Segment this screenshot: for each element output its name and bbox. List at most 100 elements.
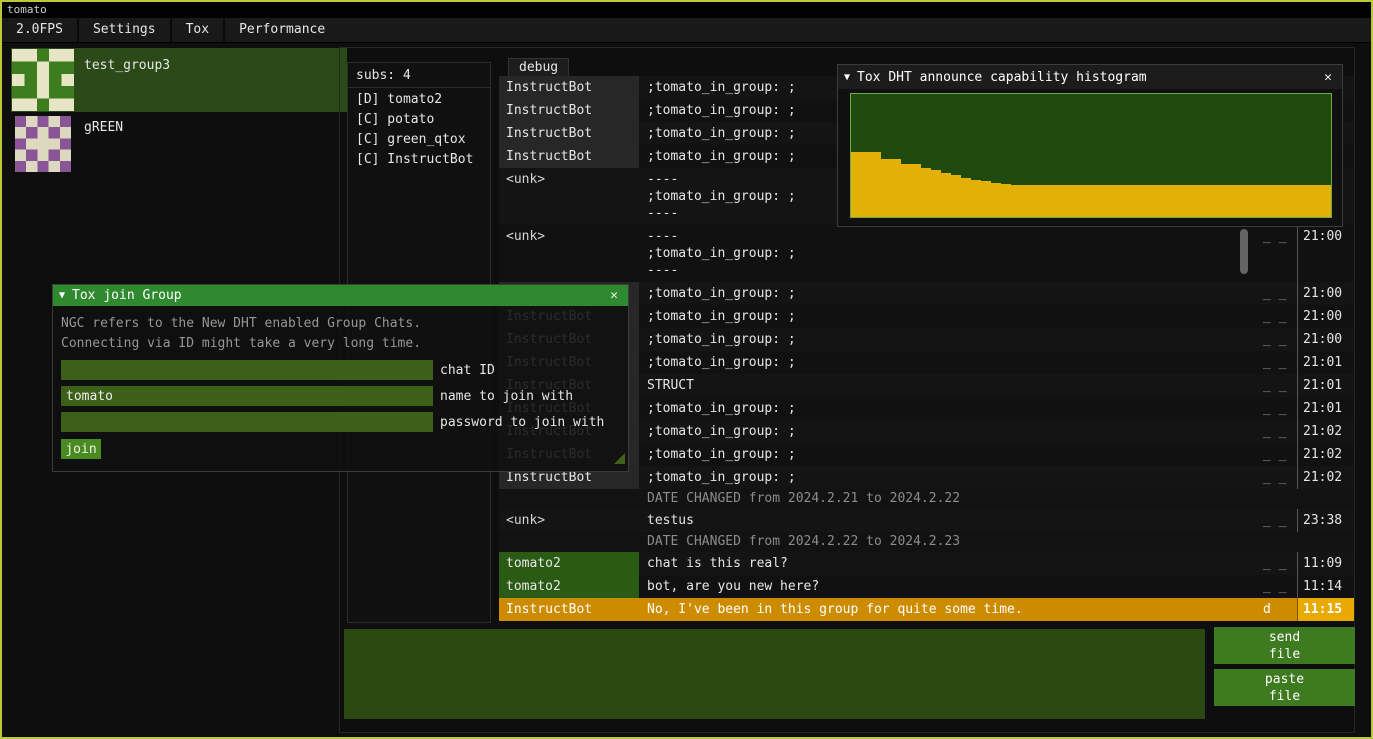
histogram-bar [1181, 185, 1191, 217]
histogram-bar [1031, 185, 1041, 217]
histogram-bar [1071, 185, 1081, 217]
join-button[interactable]: join [61, 439, 101, 459]
dht-histogram-titlebar: ▼ Tox DHT announce capability histogram … [838, 65, 1342, 89]
chat-message-row[interactable]: <unk>----;tomato_in_group: ;----_ _21:00 [499, 225, 1354, 282]
message-text: bot, are you new here? [639, 575, 1257, 598]
histogram-plot [850, 93, 1332, 218]
group-item-test_group3[interactable]: test_group3 [11, 48, 347, 112]
message-input[interactable] [344, 629, 1205, 719]
histogram-bar [901, 164, 911, 217]
message-text: ;tomato_in_group: ; [639, 466, 1257, 489]
message-timestamp: 21:02 [1297, 466, 1354, 489]
message-text: testus [639, 509, 1257, 532]
histogram-bar [1231, 185, 1241, 217]
message-text: ;tomato_in_group: ; [639, 443, 1257, 466]
group-item-green[interactable]: gREEN [11, 114, 347, 174]
message-text: ;tomato_in_group: ; [639, 282, 1257, 305]
chat-scrollbar[interactable] [1240, 229, 1248, 274]
histogram-bar [1201, 185, 1211, 217]
histogram-bar [1251, 185, 1261, 217]
histogram-bar [1061, 185, 1071, 217]
join-group-titlebar: ▼ Tox join Group ✕ [53, 285, 628, 306]
message-author: tomato2 [499, 552, 639, 575]
chat-message-row[interactable]: InstructBotNo, I've been in this group f… [499, 598, 1354, 621]
histogram-bar [861, 152, 871, 217]
message-flags: _ _ [1257, 351, 1297, 374]
message-timestamp: 21:00 [1297, 305, 1354, 328]
histogram-bar [871, 152, 881, 217]
message-text: ;tomato_in_group: ; [639, 305, 1257, 328]
join-password-input[interactable] [61, 412, 433, 432]
message-text: ;tomato_in_group: ; [639, 420, 1257, 443]
message-text: STRUCT [639, 374, 1257, 397]
join-name-input[interactable] [61, 386, 433, 406]
histogram-bar [1281, 185, 1291, 217]
message-flags: _ _ [1257, 305, 1297, 328]
histogram-bar [931, 170, 941, 217]
menu-item-settings[interactable]: Settings [79, 18, 170, 42]
collapse-arrow-icon[interactable]: ▼ [844, 72, 850, 83]
chat-message-row[interactable]: tomato2chat is this real?_ _11:09 [499, 552, 1354, 575]
subs-list: [D] tomato2[C] potato[C] green_qtox[C] I… [348, 88, 490, 170]
message-text: No, I've been in this group for quite so… [639, 598, 1257, 621]
menu-bar: 2.0FPS SettingsToxPerformance [2, 18, 1371, 43]
message-flags: _ _ [1257, 374, 1297, 397]
histogram-bar [981, 181, 991, 217]
message-author: InstructBot [499, 122, 639, 145]
app-window: tomato 2.0FPS SettingsToxPerformance tes… [0, 0, 1373, 739]
dht-histogram-window: ▼ Tox DHT announce capability histogram … [837, 64, 1343, 227]
histogram-bar [961, 178, 971, 217]
histogram-bar [1311, 185, 1321, 217]
menu-item-performance[interactable]: Performance [225, 18, 339, 42]
message-author: <unk> [499, 509, 639, 532]
message-author: InstructBot [499, 99, 639, 122]
histogram-bar [1221, 185, 1231, 217]
tab-debug[interactable]: debug [508, 58, 569, 77]
message-flags: _ _ [1257, 509, 1297, 532]
join-group-body: NGC refers to the New DHT enabled Group … [53, 306, 628, 467]
histogram-bar [1121, 185, 1131, 217]
date-separator-row: DATE CHANGED from 2024.2.21 to 2024.2.22 [499, 489, 1354, 509]
menu-item-tox[interactable]: Tox [172, 18, 223, 42]
close-icon[interactable]: ✕ [606, 288, 622, 303]
message-flags: _ _ [1257, 328, 1297, 351]
subs-list-item[interactable]: [D] tomato2 [348, 90, 490, 110]
message-timestamp: 21:00 [1297, 282, 1354, 305]
group-avatar [12, 49, 74, 111]
message-flags: _ _ [1257, 575, 1297, 598]
join-password-label: password to join with [440, 415, 604, 430]
group-name: gREEN [75, 114, 123, 174]
histogram-bar [1271, 185, 1281, 217]
collapse-arrow-icon[interactable]: ▼ [59, 290, 65, 301]
subs-list-item[interactable]: [C] green_qtox [348, 130, 490, 150]
message-timestamp: 21:02 [1297, 443, 1354, 466]
message-timestamp: 11:14 [1297, 575, 1354, 598]
histogram-bar [1161, 185, 1171, 217]
group-name: test_group3 [75, 48, 170, 112]
histogram-bar [971, 180, 981, 217]
chat-id-input[interactable] [61, 360, 433, 380]
histogram-bar [1171, 185, 1181, 217]
chat-message-row[interactable]: <unk>testus_ _23:38 [499, 509, 1354, 532]
join-intro-line: NGC refers to the New DHT enabled Group … [61, 314, 620, 334]
chat-message-row[interactable]: tomato2bot, are you new here?_ _11:14 [499, 575, 1354, 598]
message-flags: _ _ [1257, 420, 1297, 443]
send-file-button[interactable]: send file [1214, 627, 1355, 664]
message-author: <unk> [499, 225, 639, 282]
histogram-bar [1091, 185, 1101, 217]
histogram-bar [1131, 185, 1141, 217]
join-intro-line: Connecting via ID might take a very long… [61, 334, 620, 354]
message-flags: d [1257, 598, 1297, 621]
message-flags: _ _ [1257, 552, 1297, 575]
message-flags: _ _ [1257, 466, 1297, 489]
close-icon[interactable]: ✕ [1320, 70, 1336, 85]
message-timestamp: 21:01 [1297, 351, 1354, 374]
message-timestamp: 21:01 [1297, 397, 1354, 420]
message-timestamp: 21:00 [1297, 225, 1354, 282]
subs-list-item[interactable]: [C] InstructBot [348, 150, 490, 170]
resize-grip-icon[interactable] [614, 453, 625, 464]
histogram-bar [991, 183, 1001, 217]
message-timestamp: 21:01 [1297, 374, 1354, 397]
paste-file-button[interactable]: paste file [1214, 669, 1355, 706]
subs-list-item[interactable]: [C] potato [348, 110, 490, 130]
